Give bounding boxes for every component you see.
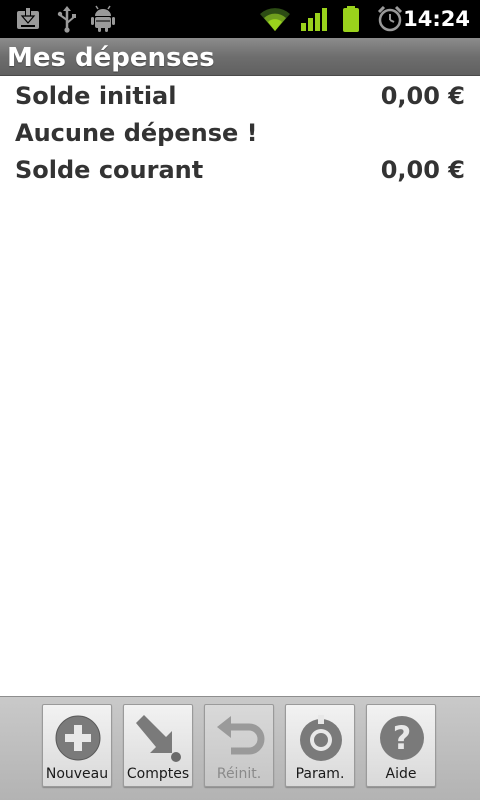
- settings-dial-icon: [300, 715, 342, 761]
- settings-button[interactable]: Param.: [285, 704, 355, 787]
- reset-button[interactable]: Réinit.: [204, 704, 274, 787]
- empty-expenses-message: Aucune dépense !: [15, 119, 258, 147]
- initial-balance-value: 0,00 €: [380, 82, 465, 110]
- download-icon: [17, 7, 39, 29]
- accounts-button[interactable]: Comptes: [123, 704, 193, 787]
- reset-button-label: Réinit.: [216, 766, 262, 782]
- new-button-label: Nouveau: [45, 766, 109, 782]
- arrow-down-right-icon: [136, 715, 181, 762]
- title-bar: Mes dépenses: [0, 38, 480, 76]
- signal-icon: [301, 8, 327, 31]
- page-title: Mes dépenses: [7, 43, 215, 73]
- clock-time: 14:24: [403, 7, 470, 31]
- help-button-label: Aide: [385, 766, 417, 782]
- settings-button-label: Param.: [295, 766, 345, 782]
- empty-expenses-row: Aucune dépense !: [0, 113, 480, 150]
- current-balance-label: Solde courant: [15, 156, 204, 184]
- usb-icon: [57, 6, 76, 33]
- options-menu: Nouveau Comptes Réinit. Param. ? Aide: [0, 696, 480, 800]
- accounts-button-label: Comptes: [126, 766, 190, 782]
- android-debug-icon: [91, 5, 115, 32]
- svg-text:?: ?: [393, 719, 412, 757]
- undo-icon: [217, 716, 265, 755]
- initial-balance-row: Solde initial 0,00 €: [0, 76, 480, 113]
- help-button[interactable]: ? Aide: [366, 704, 436, 787]
- initial-balance-label: Solde initial: [15, 82, 177, 110]
- plus-icon: [55, 715, 101, 761]
- wifi-icon: [260, 8, 290, 31]
- help-question-icon: ?: [380, 716, 424, 760]
- current-balance-value: 0,00 €: [380, 156, 465, 184]
- expense-summary: Solde initial 0,00 € Aucune dépense ! So…: [0, 76, 480, 187]
- alarm-icon: [377, 5, 403, 32]
- current-balance-row: Solde courant 0,00 €: [0, 150, 480, 187]
- new-button[interactable]: Nouveau: [42, 704, 112, 787]
- battery-icon: [343, 6, 359, 32]
- status-bar: 14:24: [0, 0, 480, 38]
